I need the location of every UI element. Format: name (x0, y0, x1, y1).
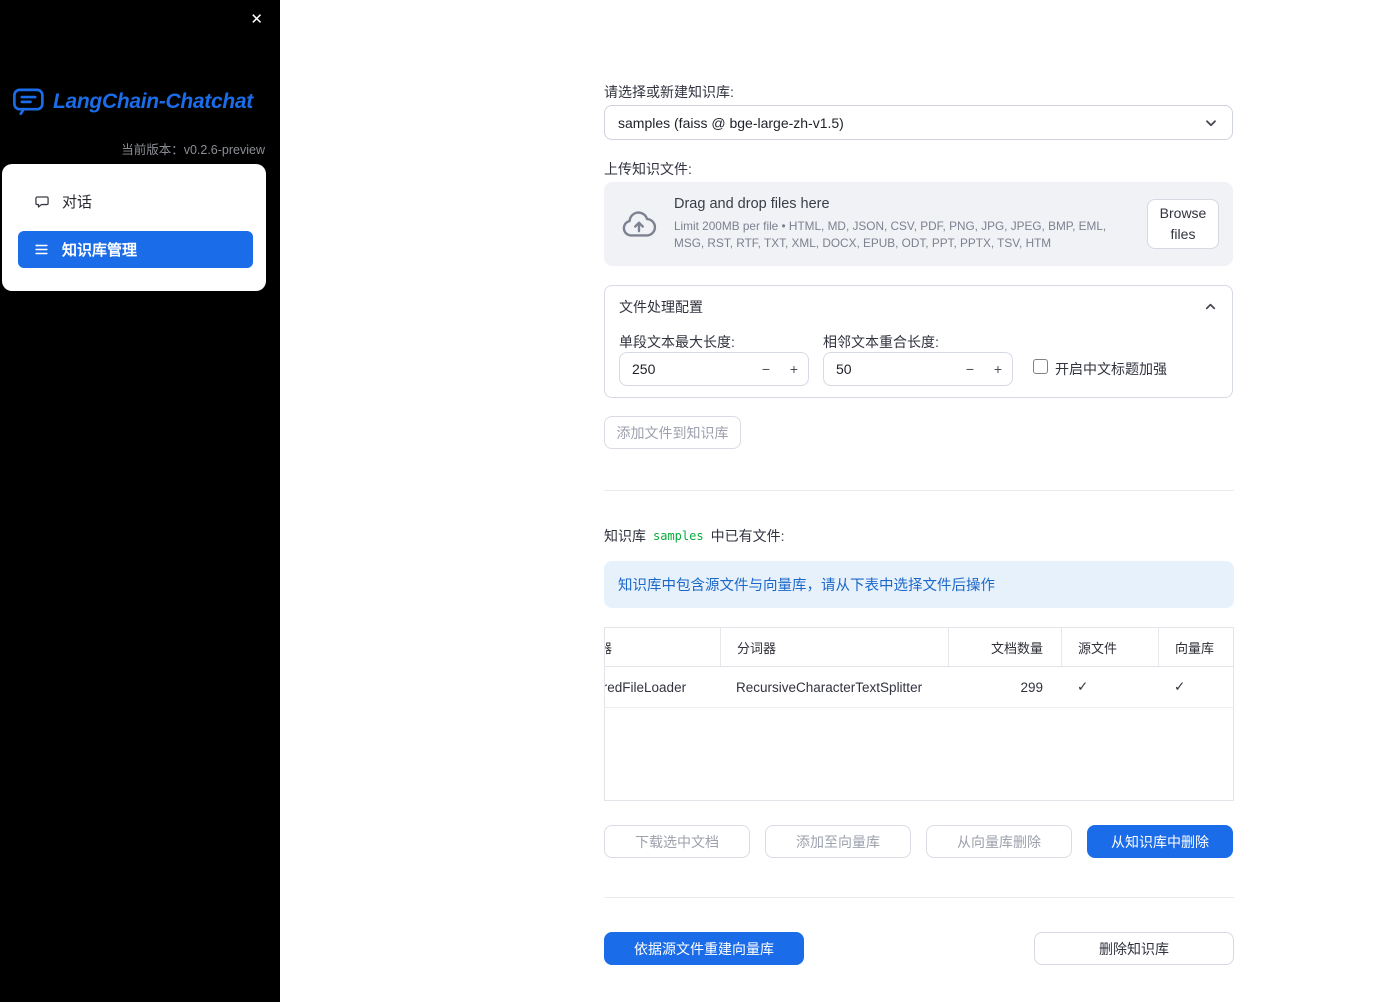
chat-bubble-icon (34, 194, 50, 210)
download-selected-button[interactable]: 下载选中文档 (604, 825, 750, 858)
table-row[interactable]: UnstructuredFileLoader RecursiveCharacte… (605, 667, 1233, 708)
cell-source-file-check: ✓ (1061, 667, 1158, 707)
col-header-splitter: 分词器 (720, 628, 948, 666)
cell-splitter: RecursiveCharacterTextSplitter (736, 679, 923, 695)
cell-doc-count: 299 (1020, 679, 1043, 695)
sidebar-nav: 对话 知识库管理 (2, 164, 266, 291)
max-length-label: 单段文本最大长度: (619, 334, 735, 350)
info-banner: 知识库中包含源文件与向量库，请从下表中选择文件后操作 (604, 561, 1234, 608)
col-header-vector-store: 向量库 (1158, 628, 1233, 666)
kb-files-prefix: 知识库 (604, 528, 646, 544)
app-logo: LangChain-Chatchat (12, 88, 253, 116)
file-config-expander: 文件处理配置 单段文本最大长度: 相邻文本重合长度: − + − + 开启中文标… (604, 285, 1233, 398)
plus-icon[interactable]: + (984, 361, 1012, 377)
sidebar-item-dialogue[interactable]: 对话 (18, 183, 253, 220)
nav-label: 对话 (62, 194, 93, 211)
delete-from-vector-store-button[interactable]: 从向量库删除 (926, 825, 1072, 858)
overlap-stepper: − + (823, 352, 1013, 386)
sidebar-item-knowledge-base[interactable]: 知识库管理 (18, 231, 253, 268)
kb-select-label: 请选择或新建知识库: (604, 84, 734, 100)
chinese-title-checkbox-label: 开启中文标题加强 (1055, 361, 1167, 377)
minus-icon[interactable]: − (956, 361, 984, 377)
logo-text: LangChain-Chatchat (53, 90, 253, 113)
check-icon: ✓ (1077, 679, 1089, 694)
version-label: 当前版本：v0.2.6-preview (121, 143, 265, 157)
nav-label: 知识库管理 (62, 242, 138, 259)
delete-from-kb-button[interactable]: 从知识库中删除 (1087, 825, 1233, 858)
file-dropzone[interactable]: Drag and drop files here Limit 200MB per… (604, 182, 1233, 266)
app-root: ✕ LangChain-Chatchat 当前版本：v0.2.6-preview (0, 0, 1380, 1002)
kb-select-value: samples (faiss @ bge-large-zh-v1.5) (618, 114, 844, 131)
files-table: 文档加载器 分词器 文档数量 源文件 向量库 UnstructuredFileL… (604, 627, 1234, 801)
cell-loader: UnstructuredFileLoader (605, 679, 687, 695)
kb-files-suffix: 中已有文件: (710, 528, 785, 544)
kb-files-heading: 知识库 samples 中已有文件: (604, 526, 784, 546)
close-icon[interactable]: ✕ (246, 8, 267, 31)
divider (604, 897, 1234, 898)
col-header-doc-count: 文档数量 (948, 628, 1061, 666)
delete-kb-button[interactable]: 删除知识库 (1034, 932, 1234, 965)
minus-icon[interactable]: − (752, 361, 780, 377)
col-header-loader: 文档加载器 (605, 640, 613, 656)
overlap-label: 相邻文本重合长度: (823, 334, 939, 350)
check-icon: ✓ (1174, 679, 1186, 694)
max-length-stepper: − + (619, 352, 809, 386)
chevron-down-icon (1203, 115, 1219, 131)
dropzone-limit: Limit 200MB per file • HTML, MD, JSON, C… (674, 219, 1107, 250)
chat-logo-icon (12, 88, 45, 116)
dropzone-title: Drag and drop files here (674, 196, 830, 213)
upload-cloud-icon (620, 208, 658, 240)
kb-select[interactable]: samples (faiss @ bge-large-zh-v1.5) (604, 105, 1233, 140)
rebuild-vector-store-button[interactable]: 依据源文件重建向量库 (604, 932, 804, 965)
cell-vector-store-check: ✓ (1158, 667, 1233, 707)
chevron-up-icon[interactable] (1203, 299, 1218, 314)
add-to-vector-store-button[interactable]: 添加至向量库 (765, 825, 911, 858)
kb-name-code: samples (653, 529, 704, 543)
expander-title[interactable]: 文件处理配置 (619, 297, 703, 317)
col-header-source-file: 源文件 (1061, 628, 1158, 666)
overlap-input[interactable] (824, 361, 956, 377)
knowledge-base-icon (34, 242, 50, 257)
browse-files-button[interactable]: Browse files (1147, 199, 1219, 249)
plus-icon[interactable]: + (780, 361, 808, 377)
upload-label: 上传知识文件: (604, 161, 692, 177)
add-files-button[interactable]: 添加文件到知识库 (604, 416, 741, 449)
sidebar: ✕ LangChain-Chatchat 当前版本：v0.2.6-preview (0, 0, 280, 1002)
chinese-title-checkbox[interactable] (1033, 359, 1048, 374)
divider (604, 490, 1234, 491)
dropzone-text: Drag and drop files here Limit 200MB per… (674, 196, 1131, 251)
max-length-input[interactable] (620, 361, 752, 377)
table-header-row: 文档加载器 分词器 文档数量 源文件 向量库 (605, 628, 1233, 667)
